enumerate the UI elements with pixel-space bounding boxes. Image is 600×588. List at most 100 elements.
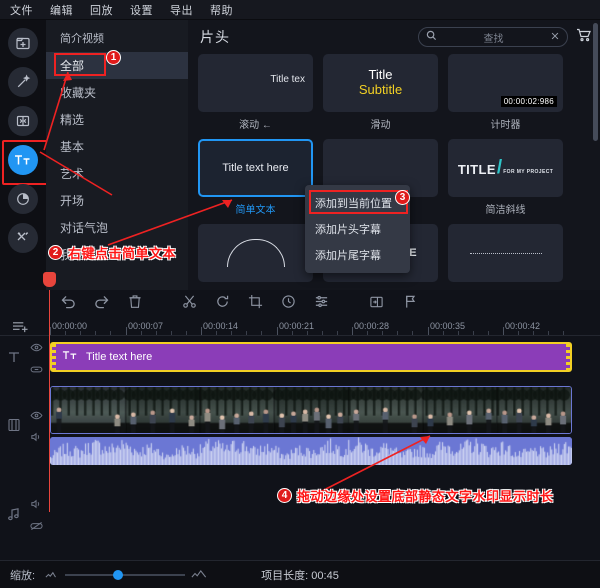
text-track-icon — [7, 350, 21, 369]
timeline-track-text[interactable]: Title text here — [0, 336, 600, 382]
search-icon — [426, 28, 437, 46]
crop-icon — [248, 294, 263, 314]
zoom-slider-knob[interactable] — [113, 569, 124, 580]
timeline-ruler[interactable]: 00:00:00 00:00:07 00:00:14 00:00:21 00:0… — [0, 318, 600, 336]
annotation-1: 1 — [106, 50, 121, 65]
slash-icon: / — [496, 157, 503, 179]
effects-button[interactable] — [8, 67, 38, 97]
timeline-clip-audio-waveform[interactable] — [50, 437, 572, 465]
category-item-featured[interactable]: 精选 — [46, 106, 188, 133]
playhead[interactable] — [43, 272, 56, 512]
card-label: 计时器 — [490, 120, 521, 131]
menu-item-edit[interactable]: 编辑 — [50, 2, 73, 18]
visibility-eye-icon[interactable] — [30, 407, 43, 425]
annotation-badge: 1 — [106, 50, 121, 65]
crop-button[interactable] — [239, 294, 272, 314]
search-placeholder: 查找 — [483, 33, 504, 45]
annotation-text: 右键点击简单文本 — [68, 246, 177, 261]
menu-item-playback[interactable]: 回放 — [90, 2, 113, 18]
preview-text: Title tex — [270, 74, 305, 85]
audio-waveform — [50, 437, 572, 465]
marker-button[interactable] — [393, 294, 426, 314]
redo-button[interactable] — [85, 294, 118, 314]
clip-label: Title text here — [86, 351, 153, 363]
annotation-badge: 3 — [395, 190, 410, 205]
annotation-3: 3 — [395, 190, 410, 205]
cart-button[interactable] — [576, 28, 592, 47]
search-input[interactable]: 查找 — [418, 27, 568, 47]
ruler-tick: 00:00:35 — [430, 321, 466, 331]
playhead-handle[interactable] — [43, 272, 56, 287]
tools-icon — [15, 230, 31, 246]
marker-flag-icon — [403, 294, 417, 314]
link-icon[interactable] — [30, 361, 43, 379]
category-item-favorites[interactable]: 收藏夹 — [46, 79, 188, 106]
mute-speaker-icon[interactable] — [30, 496, 43, 514]
visibility-eye-icon[interactable] — [30, 339, 43, 357]
speed-button[interactable] — [272, 294, 305, 314]
annotation-2: 2 右键点击简单文本 — [48, 243, 176, 262]
undo-icon — [60, 294, 77, 314]
thumbnail: Title Subtitle — [323, 54, 438, 112]
media-button[interactable] — [8, 28, 38, 58]
tools-button[interactable] — [8, 223, 38, 253]
zoom-bar: 缩放: 项目长度: 00:45 — [0, 560, 600, 588]
annotation-badge: 4 — [277, 488, 292, 503]
timeline-track-video[interactable] — [0, 382, 600, 472]
undo-button[interactable] — [52, 294, 85, 314]
delete-button[interactable] — [118, 294, 151, 314]
transition-icon — [15, 113, 31, 129]
title-card-timer[interactable]: 00:00:02:986 计时器 — [448, 54, 563, 131]
context-menu-item-add-ending-title[interactable]: 添加片尾字幕 — [305, 242, 410, 268]
clip-right-handle[interactable] — [566, 344, 570, 370]
pip-button[interactable] — [360, 295, 393, 314]
ruler-tick: 00:00:14 — [203, 321, 239, 331]
speed-clock-icon — [281, 294, 296, 314]
titles-button[interactable] — [2, 140, 48, 185]
context-menu-item-add-opening-title[interactable]: 添加片头字幕 — [305, 216, 410, 242]
timeline-clip-video[interactable] — [50, 386, 572, 434]
adjust-button[interactable] — [305, 294, 338, 314]
title-card-slide[interactable]: Title Subtitle 滑动 — [323, 54, 438, 131]
category-item-art[interactable]: 艺术 — [46, 160, 188, 187]
zoom-in-icon[interactable] — [191, 566, 207, 584]
content-scrollbar[interactable] — [593, 23, 598, 141]
rotate-button[interactable] — [206, 294, 239, 314]
category-item-basic[interactable]: 基本 — [46, 133, 188, 160]
thumbnail — [448, 224, 563, 282]
zoom-out-icon[interactable] — [45, 566, 59, 584]
unlink-icon[interactable] — [29, 518, 43, 536]
timeline-panel: 00:00:00 00:00:07 00:00:14 00:00:21 00:0… — [0, 290, 600, 588]
preview-timecode: 00:00:02:986 — [500, 96, 557, 107]
title-card-slash[interactable]: TITLE / FOR MY PROJECT 简洁斜线 — [448, 139, 563, 216]
menu-item-settings[interactable]: 设置 — [130, 2, 153, 18]
arc-icon — [226, 239, 285, 267]
add-media-icon — [15, 35, 31, 51]
transitions-button[interactable] — [8, 106, 38, 136]
title-card-dots[interactable] — [448, 224, 563, 282]
timeline-clip-text[interactable]: Title text here — [50, 342, 572, 372]
menu-item-file[interactable]: 文件 — [10, 2, 33, 18]
card-label: 简单文本 — [235, 205, 276, 216]
title-card-arc[interactable] — [198, 224, 313, 282]
clip-left-handle[interactable] — [52, 344, 56, 370]
title-card-simple-text[interactable]: Title text here 简单文本 — [198, 139, 313, 216]
track-header-video — [0, 382, 49, 472]
category-item-speech-bubble[interactable]: 对话气泡 — [46, 214, 188, 241]
thumbnail — [198, 224, 313, 282]
zoom-slider-track[interactable] — [65, 569, 186, 580]
zoom-slider[interactable] — [45, 566, 207, 584]
preview-text: Title text here — [222, 162, 289, 174]
ruler-tick: 00:00:21 — [279, 321, 315, 331]
clear-icon[interactable] — [550, 28, 560, 46]
filters-button[interactable] — [8, 184, 38, 214]
preview-title: TITLE — [457, 161, 496, 177]
split-button[interactable] — [173, 294, 206, 314]
category-item-opening[interactable]: 开场 — [46, 187, 188, 214]
menu-item-export[interactable]: 导出 — [170, 2, 193, 18]
thumbnail: Title text here — [198, 139, 313, 197]
title-card-scroll[interactable]: Title tex 滚动 ← — [198, 54, 313, 131]
content-header: 片头 查找 — [188, 20, 600, 54]
mute-speaker-icon[interactable] — [30, 429, 43, 447]
menu-item-help[interactable]: 帮助 — [210, 2, 233, 18]
